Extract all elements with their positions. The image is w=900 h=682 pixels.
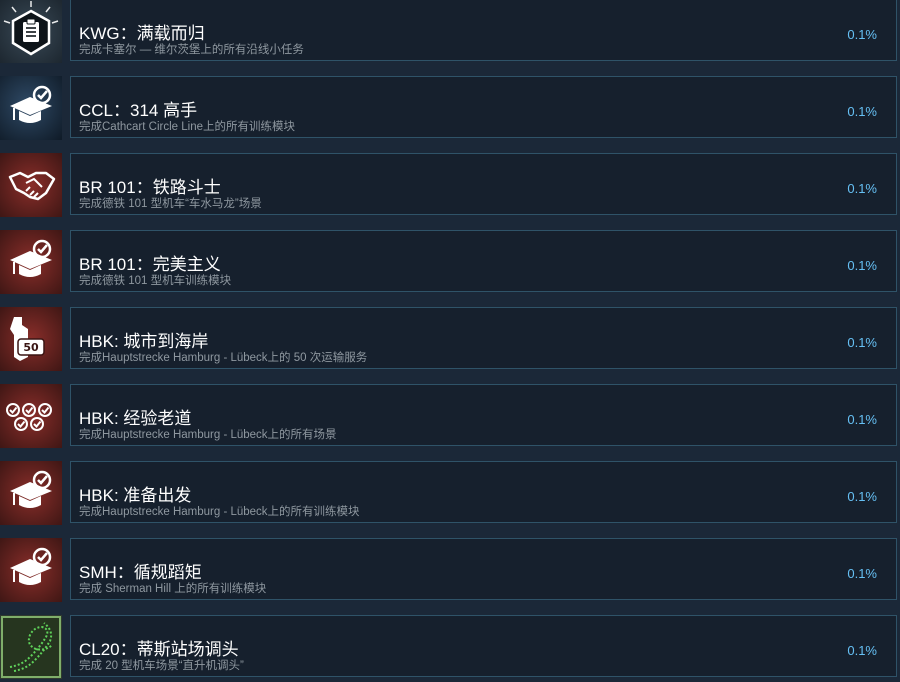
- graduation-cap-check-icon: [0, 538, 62, 602]
- achievement-description: 完成Cathcart Circle Line上的所有训练模块: [79, 121, 295, 133]
- achievement-card[interactable]: CL20：蒂斯站场调头 完成 20 型机车场景“直升机调头” 0.1%: [70, 615, 897, 677]
- achievement-row[interactable]: HBK: 准备出发 完成Hauptstrecke Hamburg - Lübec…: [0, 460, 900, 526]
- unlock-percentage: 0.1%: [847, 27, 877, 42]
- achievement-row[interactable]: 50 HBK: 城市到海岸 完成Hauptstrecke Hamburg - L…: [0, 306, 900, 372]
- graduation-cap-check-icon: [0, 76, 62, 140]
- achievement-card[interactable]: CCL：314 高手 完成Cathcart Circle Line上的所有训练模…: [70, 76, 897, 138]
- achievement-description: 完成 20 型机车场景“直升机调头”: [79, 660, 244, 672]
- achievement-description: 完成德铁 101 型机车“车水马龙”场景: [79, 198, 262, 210]
- unlock-percentage: 0.1%: [847, 104, 877, 119]
- unlock-percentage: 0.1%: [847, 643, 877, 658]
- graduation-cap-check-icon: [0, 461, 62, 525]
- achievement-card[interactable]: HBK: 经验老道 完成Hauptstrecke Hamburg - Lübec…: [70, 384, 897, 446]
- achievement-card[interactable]: BR 101：完美主义 完成德铁 101 型机车训练模块 0.1%: [70, 230, 897, 292]
- multiple-checks-icon: [0, 384, 62, 448]
- achievement-card[interactable]: SMH：循规蹈矩 完成 Sherman Hill 上的所有训练模块 0.1%: [70, 538, 897, 600]
- achievement-row[interactable]: HBK: 经验老道 完成Hauptstrecke Hamburg - Lübec…: [0, 383, 900, 449]
- unlock-percentage: 0.1%: [847, 181, 877, 196]
- unlock-percentage: 0.1%: [847, 412, 877, 427]
- achievement-card[interactable]: BR 101：铁路斗士 完成德铁 101 型机车“车水马龙”场景 0.1%: [70, 153, 897, 215]
- achievement-row[interactable]: SMH：循规蹈矩 完成 Sherman Hill 上的所有训练模块 0.1%: [0, 537, 900, 603]
- achievement-description: 完成德铁 101 型机车训练模块: [79, 275, 232, 287]
- achievement-description: 完成卡塞尔 — 维尔茨堡上的所有沿线小任务: [79, 44, 304, 56]
- achievement-description: 完成Hauptstrecke Hamburg - Lübeck上的所有训练模块: [79, 506, 360, 518]
- achievement-description: 完成 Sherman Hill 上的所有训练模块: [79, 583, 267, 595]
- achievement-card[interactable]: HBK: 准备出发 完成Hauptstrecke Hamburg - Lübec…: [70, 461, 897, 523]
- achievement-description: 完成Hauptstrecke Hamburg - Lübeck上的所有场景: [79, 429, 337, 441]
- achievement-row[interactable]: BR 101：完美主义 完成德铁 101 型机车训练模块 0.1%: [0, 229, 900, 295]
- unlock-percentage: 0.1%: [847, 489, 877, 504]
- achievement-row[interactable]: CCL：314 高手 完成Cathcart Circle Line上的所有训练模…: [0, 75, 900, 141]
- track-loop-icon: [0, 615, 62, 679]
- handshake-icon: [0, 153, 62, 217]
- svg-text:50: 50: [23, 341, 39, 354]
- achievement-row[interactable]: CL20：蒂斯站场调头 完成 20 型机车场景“直升机调头” 0.1%: [0, 614, 900, 680]
- unlock-percentage: 0.1%: [847, 335, 877, 350]
- clipboard-document-icon: [0, 0, 62, 63]
- achievement-description: 完成Hauptstrecke Hamburg - Lübeck上的 50 次运输…: [79, 352, 368, 364]
- achievement-card[interactable]: HBK: 城市到海岸 完成Hauptstrecke Hamburg - Lübe…: [70, 307, 897, 369]
- wrench-50-icon: 50: [0, 307, 62, 371]
- achievement-row[interactable]: KWG：满载而归 完成卡塞尔 — 维尔茨堡上的所有沿线小任务 0.1%: [0, 0, 900, 64]
- achievement-card[interactable]: KWG：满载而归 完成卡塞尔 — 维尔茨堡上的所有沿线小任务 0.1%: [70, 0, 897, 61]
- unlock-percentage: 0.1%: [847, 258, 877, 273]
- graduation-cap-check-icon: [0, 230, 62, 294]
- unlock-percentage: 0.1%: [847, 566, 877, 581]
- achievement-row[interactable]: BR 101：铁路斗士 完成德铁 101 型机车“车水马龙”场景 0.1%: [0, 152, 900, 218]
